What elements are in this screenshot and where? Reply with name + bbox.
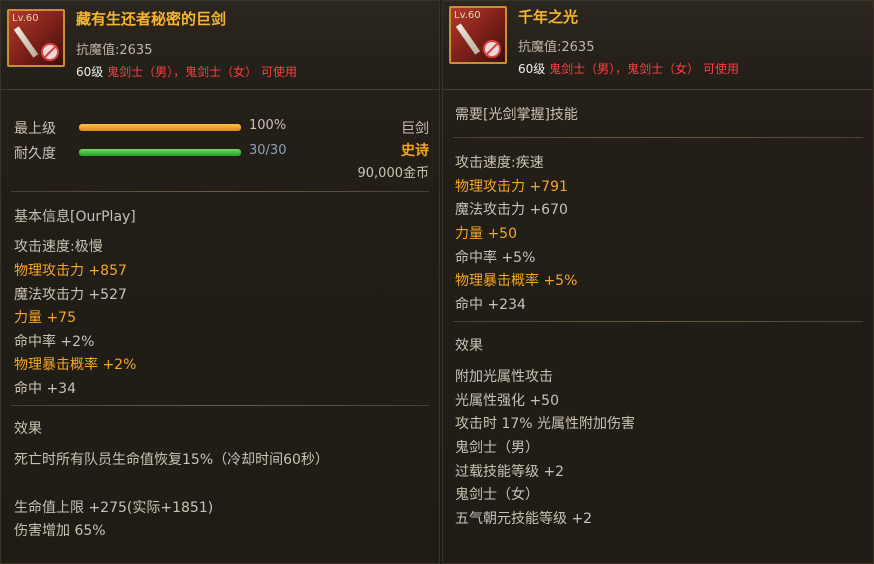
left-item-resist: 抗魔值:2635	[76, 43, 153, 58]
right-effect-light-attack: 附加光属性攻击	[455, 369, 553, 385]
left-usable: 可使用	[260, 65, 297, 79]
left-max-level-value: 100%	[249, 118, 287, 133]
right-stat-strength: 力量 +50	[455, 226, 517, 242]
right-item-name: 千年之光	[518, 8, 579, 26]
divider	[453, 137, 863, 138]
left-section-effect: 效果	[14, 421, 42, 437]
right-item-header: Lv.60 千年之光 抗魔值:2635 60级 鬼剑士（男），鬼剑士（女） 可使…	[443, 1, 873, 90]
left-stat-physical-attack: 物理攻击力 +857	[14, 263, 127, 279]
right-stat-accuracy: 命中 +234	[455, 297, 526, 313]
left-item-name: 藏有生还者秘密的巨剑	[76, 10, 227, 28]
left-classes: 鬼剑士（男），鬼剑士（女）	[107, 65, 258, 79]
right-item-icon: Lv.60	[449, 6, 507, 64]
right-stat-crit-chance: 物理暴击概率 +5%	[455, 273, 578, 289]
sword-icon	[455, 23, 481, 55]
left-item-icon: Lv.60	[7, 9, 65, 67]
left-durability-bar	[79, 149, 241, 156]
left-item-tooltip: Lv.60 藏有生还者秘密的巨剑 抗魔值:2635 60级 鬼剑士（男），鬼剑士…	[0, 0, 440, 564]
left-req-level: 60级	[76, 65, 104, 79]
left-item-header: Lv.60 藏有生还者秘密的巨剑 抗魔值:2635 60级 鬼剑士（男），鬼剑士…	[1, 1, 439, 90]
right-section-effect: 效果	[455, 338, 483, 354]
right-classes: 鬼剑士（男），鬼剑士（女）	[549, 62, 700, 76]
left-effect-hp: 生命值上限 +275(实际+1851)	[14, 500, 214, 516]
divider	[11, 405, 429, 406]
left-item-rarity: 史诗	[401, 143, 429, 159]
right-item-level: Lv.60	[454, 10, 481, 21]
left-item-type: 巨剑	[401, 121, 429, 137]
sword-icon	[13, 26, 39, 58]
left-item-price: 90,000金币	[357, 166, 430, 181]
left-max-level-label: 最上级	[14, 121, 56, 137]
right-effect-class-female: 鬼剑士（女）	[455, 487, 539, 503]
left-durability-label: 耐久度	[14, 146, 56, 162]
right-effect-skill-overload: 过载技能等级 +2	[455, 464, 565, 480]
left-effect-revive: 死亡时所有队员生命值恢复15%（冷却时间60秒）	[14, 452, 329, 468]
left-item-level: Lv.60	[12, 13, 39, 24]
right-stat-attack-speed: 攻击速度:疾速	[455, 155, 544, 171]
left-max-level-bar	[79, 124, 241, 131]
divider	[11, 191, 429, 192]
right-req-level: 60级	[518, 62, 546, 76]
left-stat-hit-rate: 命中率 +2%	[14, 334, 95, 350]
divider	[453, 321, 863, 322]
prohibited-icon	[483, 40, 501, 58]
prohibited-icon	[41, 43, 59, 61]
right-usable: 可使用	[702, 62, 739, 76]
right-item-tooltip: Lv.60 千年之光 抗魔值:2635 60级 鬼剑士（男），鬼剑士（女） 可使…	[442, 0, 874, 564]
right-effect-light-damage: 攻击时 17% 光属性附加伤害	[455, 416, 636, 432]
right-effect-light-enhance: 光属性强化 +50	[455, 393, 559, 409]
tooltip-comparison: Lv.60 藏有生还者秘密的巨剑 抗魔值:2635 60级 鬼剑士（男），鬼剑士…	[0, 0, 874, 564]
right-stat-hit-rate: 命中率 +5%	[455, 250, 536, 266]
right-effect-skill-wuqi: 五气朝元技能等级 +2	[455, 511, 593, 527]
left-section-basic: 基本信息[OurPlay]	[14, 209, 136, 225]
right-item-requirement: 60级 鬼剑士（男），鬼剑士（女） 可使用	[518, 60, 739, 77]
left-stat-crit-chance: 物理暴击概率 +2%	[14, 357, 137, 373]
right-item-resist: 抗魔值:2635	[518, 40, 595, 55]
right-skill-requirement: 需要[光剑掌握]技能	[455, 107, 578, 123]
left-stat-strength: 力量 +75	[14, 310, 76, 326]
left-item-requirement: 60级 鬼剑士（男），鬼剑士（女） 可使用	[76, 63, 297, 80]
left-effect-damage: 伤害增加 65%	[14, 523, 106, 539]
right-stat-physical-attack: 物理攻击力 +791	[455, 179, 568, 195]
left-stat-magic-attack: 魔法攻击力 +527	[14, 287, 127, 303]
right-effect-class-male: 鬼剑士（男）	[455, 440, 539, 456]
left-stat-accuracy: 命中 +34	[14, 381, 76, 397]
left-stat-attack-speed: 攻击速度:极慢	[14, 239, 103, 255]
left-durability-value: 30/30	[249, 143, 287, 158]
right-stat-magic-attack: 魔法攻击力 +670	[455, 202, 568, 218]
